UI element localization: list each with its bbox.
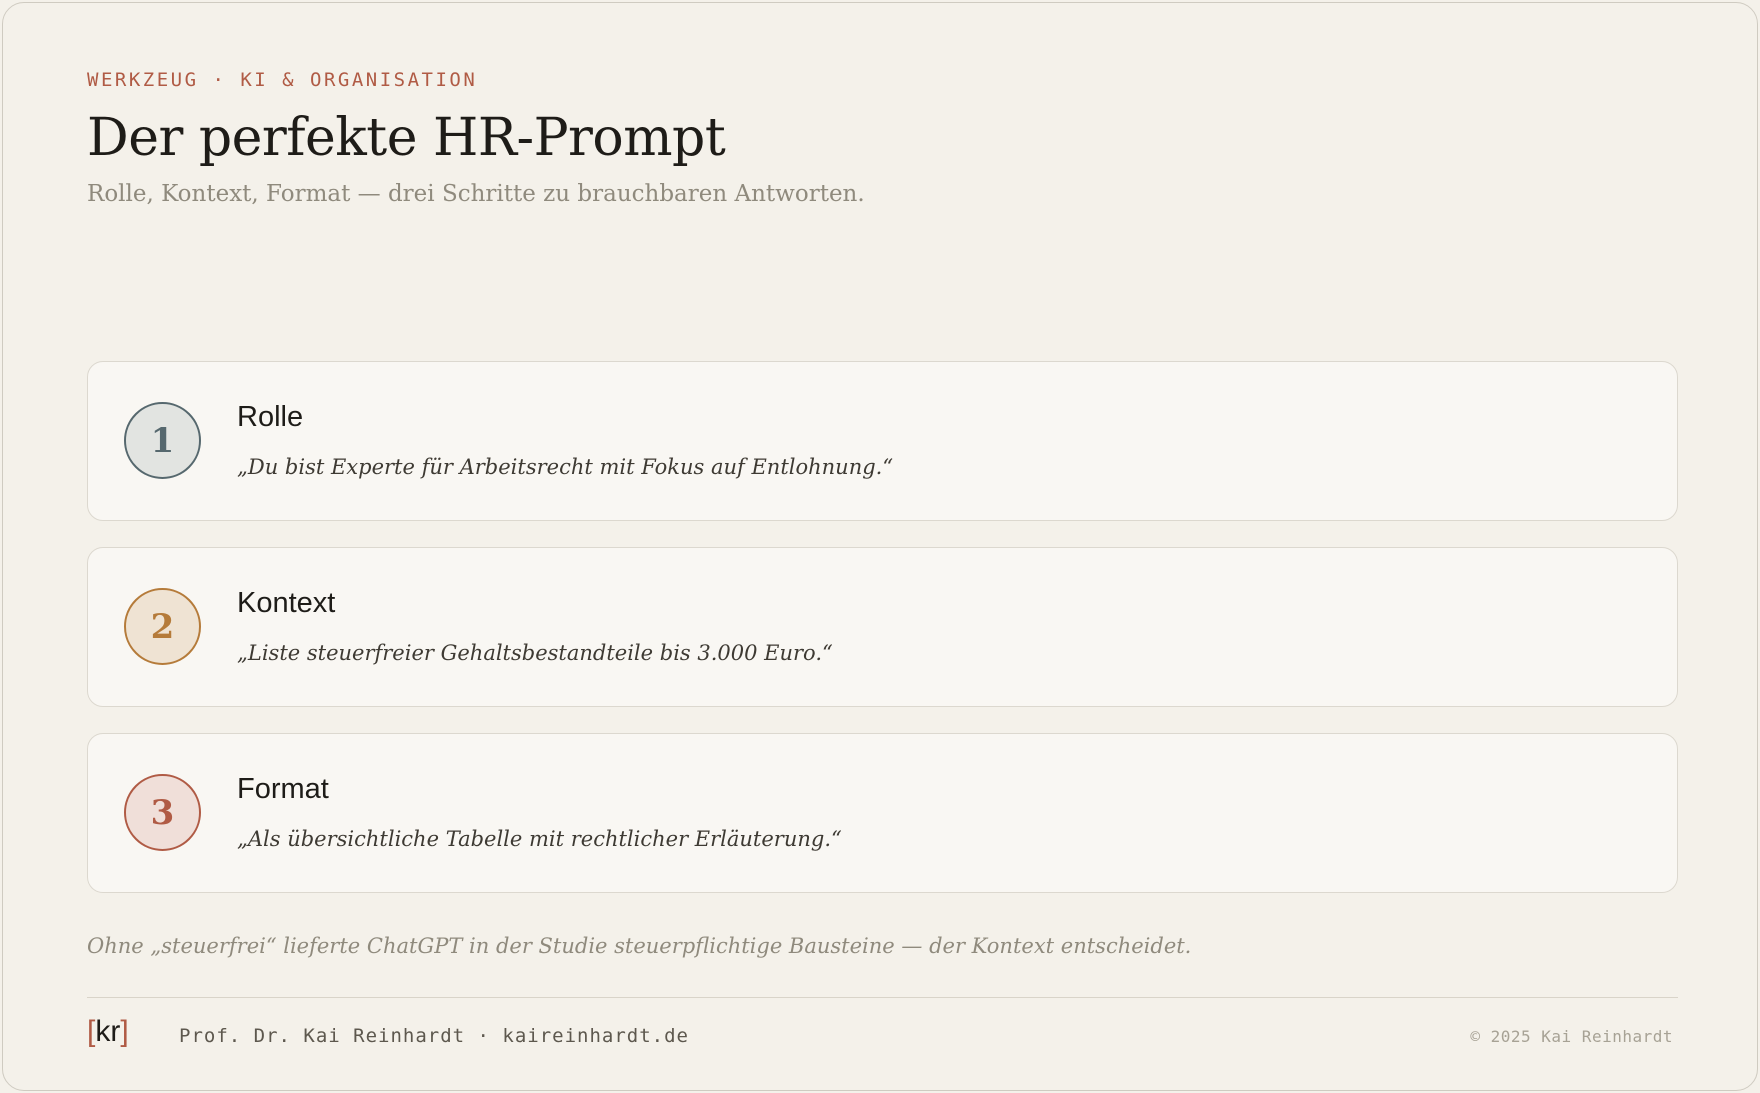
eyebrow-label: WERKZEUG · KI & ORGANISATION [87, 69, 478, 91]
step-number-badge: 1 [124, 402, 201, 479]
step-card-kontext: 2 Kontext „Liste steuerfreier Gehaltsbes… [87, 547, 1678, 707]
page-title: Der perfekte HR-Prompt [87, 108, 726, 168]
step-title: Rolle [237, 401, 304, 433]
slide: WERKZEUG · KI & ORGANISATION Der perfekt… [2, 2, 1758, 1091]
page-subtitle: Rolle, Kontext, Format — drei Schritte z… [87, 181, 865, 207]
footer-copyright: © 2025 Kai Reinhardt [1470, 1027, 1673, 1046]
logo-bracket-close: ] [120, 1015, 129, 1048]
step-card-format: 3 Format „Als übersichtliche Tabelle mit… [87, 733, 1678, 893]
steps-list: 1 Rolle „Du bist Experte für Arbeitsrech… [87, 361, 1678, 919]
step-example-quote: „Als übersichtliche Tabelle mit rechtlic… [237, 827, 842, 851]
footer-divider [87, 997, 1678, 998]
step-example-quote: „Du bist Experte für Arbeitsrecht mit Fo… [237, 455, 894, 479]
footer-author: Prof. Dr. Kai Reinhardt · kaireinhardt.d… [179, 1025, 689, 1047]
step-example-quote: „Liste steuerfreier Gehaltsbestandteile … [237, 641, 833, 665]
step-number-badge: 2 [124, 588, 201, 665]
step-card-rolle: 1 Rolle „Du bist Experte für Arbeitsrech… [87, 361, 1678, 521]
step-title: Format [237, 773, 329, 805]
step-title: Kontext [237, 587, 336, 619]
step-number-badge: 3 [124, 774, 201, 851]
logo-letters: kr [95, 1015, 121, 1048]
footnote: Ohne „steuerfrei“ lieferte ChatGPT in de… [87, 934, 1192, 958]
kr-logo: [kr] [87, 1015, 129, 1049]
